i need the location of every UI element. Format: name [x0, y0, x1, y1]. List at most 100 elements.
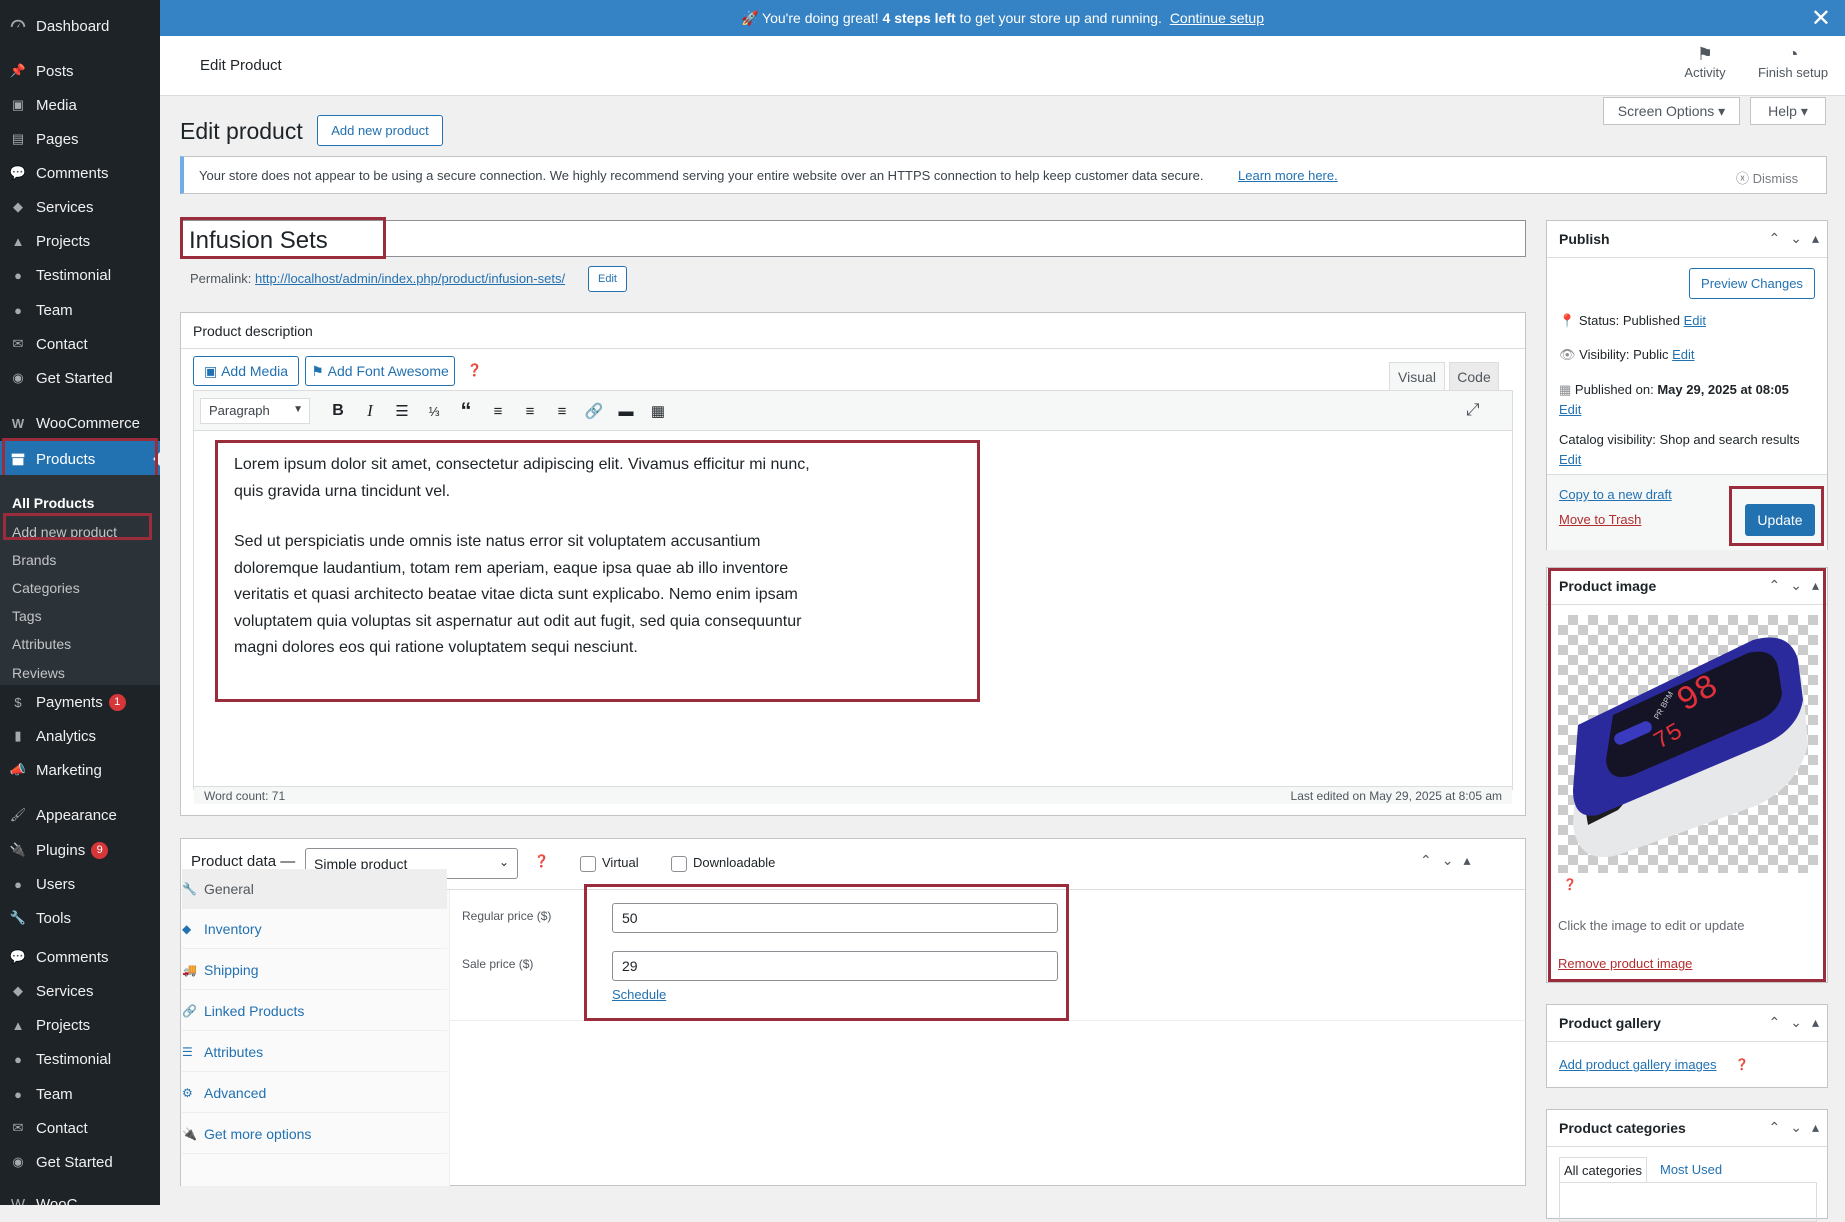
toggle-icon[interactable]: ▴ — [1812, 1119, 1819, 1136]
menu-item[interactable]: 🔧 Tools — [0, 902, 160, 934]
menu-item[interactable]: 💬 Comments — [0, 157, 160, 189]
status-edit-link[interactable]: Edit — [1684, 313, 1706, 328]
continue-setup-link[interactable]: Continue setup — [1170, 10, 1264, 26]
menu-item[interactable]: ◆ Services — [0, 191, 160, 223]
date-edit-link[interactable]: Edit — [1559, 402, 1581, 417]
menu-item[interactable]: ● Team — [0, 1078, 160, 1110]
tab-most-used[interactable]: Most Used — [1660, 1162, 1722, 1177]
italic-icon[interactable]: I — [354, 401, 386, 421]
highlight-update — [1729, 486, 1824, 546]
menu-item[interactable]: 🔌 Plugins 9 — [0, 834, 160, 866]
align-right-icon[interactable]: ≡ — [546, 403, 578, 420]
align-center-icon[interactable]: ≡ — [514, 403, 546, 420]
menu-item[interactable]: 🖌 Appearance — [0, 799, 160, 831]
format-select[interactable]: Paragraph ▼ — [200, 398, 310, 424]
menu-item[interactable]: ▲ Projects — [0, 225, 160, 257]
visibility-edit-link[interactable]: Edit — [1672, 347, 1694, 362]
align-left-icon[interactable]: ≡ — [482, 403, 514, 420]
menu-item[interactable]: ◉ Get Started — [0, 362, 160, 394]
downloadable-checkbox[interactable]: Downloadable — [671, 855, 775, 872]
menu-item[interactable]: ▲ Projects — [0, 1009, 160, 1041]
bold-icon[interactable]: B — [322, 402, 354, 420]
help-button[interactable]: Help ▾ — [1750, 97, 1826, 125]
permalink-edit-button[interactable]: Edit — [588, 266, 627, 292]
menu-item[interactable]: 📣 Marketing — [0, 754, 160, 786]
toggle-icon[interactable]: ▴ — [1812, 1014, 1819, 1031]
product-data-tab[interactable]: 🔧 General — [182, 869, 447, 909]
menu-item[interactable]: ▮ Analytics — [0, 720, 160, 752]
permalink-link[interactable]: http://localhost/admin/index.php/product… — [255, 271, 565, 286]
chevron-down-icon[interactable]: ⌄ — [1790, 1119, 1802, 1136]
product-data-tab[interactable]: 🔌 Get more options — [182, 1114, 447, 1154]
help-icon[interactable]: ❓ — [467, 363, 482, 377]
move-to-trash-link[interactable]: Move to Trash — [1559, 512, 1641, 527]
help-icon[interactable]: ❓ — [534, 854, 549, 868]
menu-woocommerce[interactable]: W WooCommerce — [0, 407, 160, 439]
menu-item[interactable]: 💬 Comments — [0, 941, 160, 973]
copy-draft-link[interactable]: Copy to a new draft — [1559, 487, 1672, 502]
learn-more-link[interactable]: Learn more here. — [1238, 168, 1338, 183]
sale-price-label: Sale price ($) — [462, 957, 534, 971]
menu-item[interactable]: ▣ Media — [0, 89, 160, 121]
submenu-item[interactable]: Attributes — [12, 636, 71, 652]
menu-item-cut[interactable]: W WooC — [0, 1188, 160, 1206]
toolbar-toggle-icon[interactable]: ▦ — [642, 402, 674, 420]
menu-dashboard[interactable]: Dashboard — [0, 10, 160, 42]
chevron-down-icon[interactable]: ⌄ — [1442, 852, 1454, 869]
menu-item[interactable]: 📌 Posts — [0, 55, 160, 87]
dismiss-button[interactable]: ⓧ Dismiss — [1736, 168, 1798, 187]
blockquote-icon[interactable]: “ — [450, 398, 482, 424]
activity-button[interactable]: ⚑ Activity — [1675, 44, 1735, 80]
submenu-item[interactable]: All Products — [12, 495, 94, 511]
menu-item[interactable]: ● Testimonial — [0, 259, 160, 291]
bullet-list-icon[interactable]: ☰ — [386, 402, 418, 420]
chevron-up-icon[interactable]: ⌃ — [1769, 230, 1781, 247]
product-data-tab[interactable]: 🚚 Shipping — [182, 950, 447, 990]
chevron-up-icon[interactable]: ⌃ — [1420, 852, 1432, 869]
link-icon[interactable]: 🔗 — [578, 402, 610, 420]
read-more-icon[interactable]: ▬ — [610, 403, 642, 420]
product-data-tab[interactable]: ◆ Inventory — [182, 909, 447, 949]
add-media-button[interactable]: ▣ Add Media — [193, 356, 299, 386]
submenu-item[interactable]: Reviews — [12, 665, 65, 681]
preview-changes-button[interactable]: Preview Changes — [1689, 268, 1815, 299]
menu-item[interactable]: ◆ Services — [0, 975, 160, 1007]
product-data-tab[interactable]: ☰ Attributes — [182, 1032, 447, 1072]
tab-code[interactable]: Code — [1449, 362, 1499, 390]
fullscreen-icon[interactable]: ⤢ — [1466, 400, 1480, 420]
editor-status-bar: Word count: 71 Last edited on May 29, 20… — [194, 786, 1512, 804]
categories-controls: ⌃ ⌄ ▴ — [1769, 1119, 1820, 1136]
product-data-tab[interactable]: ⚙ Advanced — [182, 1073, 447, 1113]
virtual-checkbox[interactable]: Virtual — [580, 855, 639, 872]
add-gallery-link[interactable]: Add product gallery images — [1559, 1057, 1717, 1072]
finish-setup-button[interactable]: ◔ Finish setup — [1755, 44, 1831, 80]
submenu-item[interactable]: Brands — [12, 552, 56, 568]
chevron-down-icon[interactable]: ⌄ — [1790, 1014, 1802, 1031]
menu-item[interactable]: ✉ Contact — [0, 328, 160, 360]
submenu-item[interactable]: Categories — [12, 580, 80, 596]
menu-item[interactable]: $ Payments 1 — [0, 686, 160, 718]
help-icon[interactable]: ❓ — [1735, 1058, 1749, 1071]
chevron-up-icon[interactable]: ⌃ — [1769, 1014, 1781, 1031]
menu-item[interactable]: ● Testimonial — [0, 1043, 160, 1075]
menu-item[interactable]: ✉ Contact — [0, 1112, 160, 1144]
menu-item[interactable]: ▤ Pages — [0, 123, 160, 155]
chevron-down-icon[interactable]: ⌄ — [1790, 230, 1802, 247]
menu-item[interactable]: ● Users — [0, 868, 160, 900]
menu-item[interactable]: ● Team — [0, 294, 160, 326]
toggle-icon[interactable]: ▴ — [1812, 230, 1819, 247]
add-new-product-button[interactable]: Add new product — [317, 115, 443, 146]
submenu-item[interactable]: Tags — [12, 608, 42, 624]
screen-options-button[interactable]: Screen Options ▾ — [1603, 97, 1740, 125]
tab-all-categories[interactable]: All categories — [1559, 1157, 1648, 1183]
close-icon[interactable]: ✕ — [1811, 4, 1831, 33]
menu-item[interactable]: ◉ Get Started — [0, 1146, 160, 1178]
add-font-awesome-button[interactable]: ⚑ Add Font Awesome — [305, 356, 455, 386]
product-data-tab[interactable]: 🔗 Linked Products — [182, 991, 447, 1031]
chevron-up-icon[interactable]: ⌃ — [1769, 1119, 1781, 1136]
toggle-icon[interactable]: ▴ — [1463, 852, 1470, 869]
tab-visual[interactable]: Visual — [1389, 362, 1445, 390]
numbered-list-icon[interactable]: ⅓ — [418, 404, 450, 419]
dashboard-icon — [0, 17, 36, 35]
catalog-edit-link[interactable]: Edit — [1559, 452, 1581, 467]
